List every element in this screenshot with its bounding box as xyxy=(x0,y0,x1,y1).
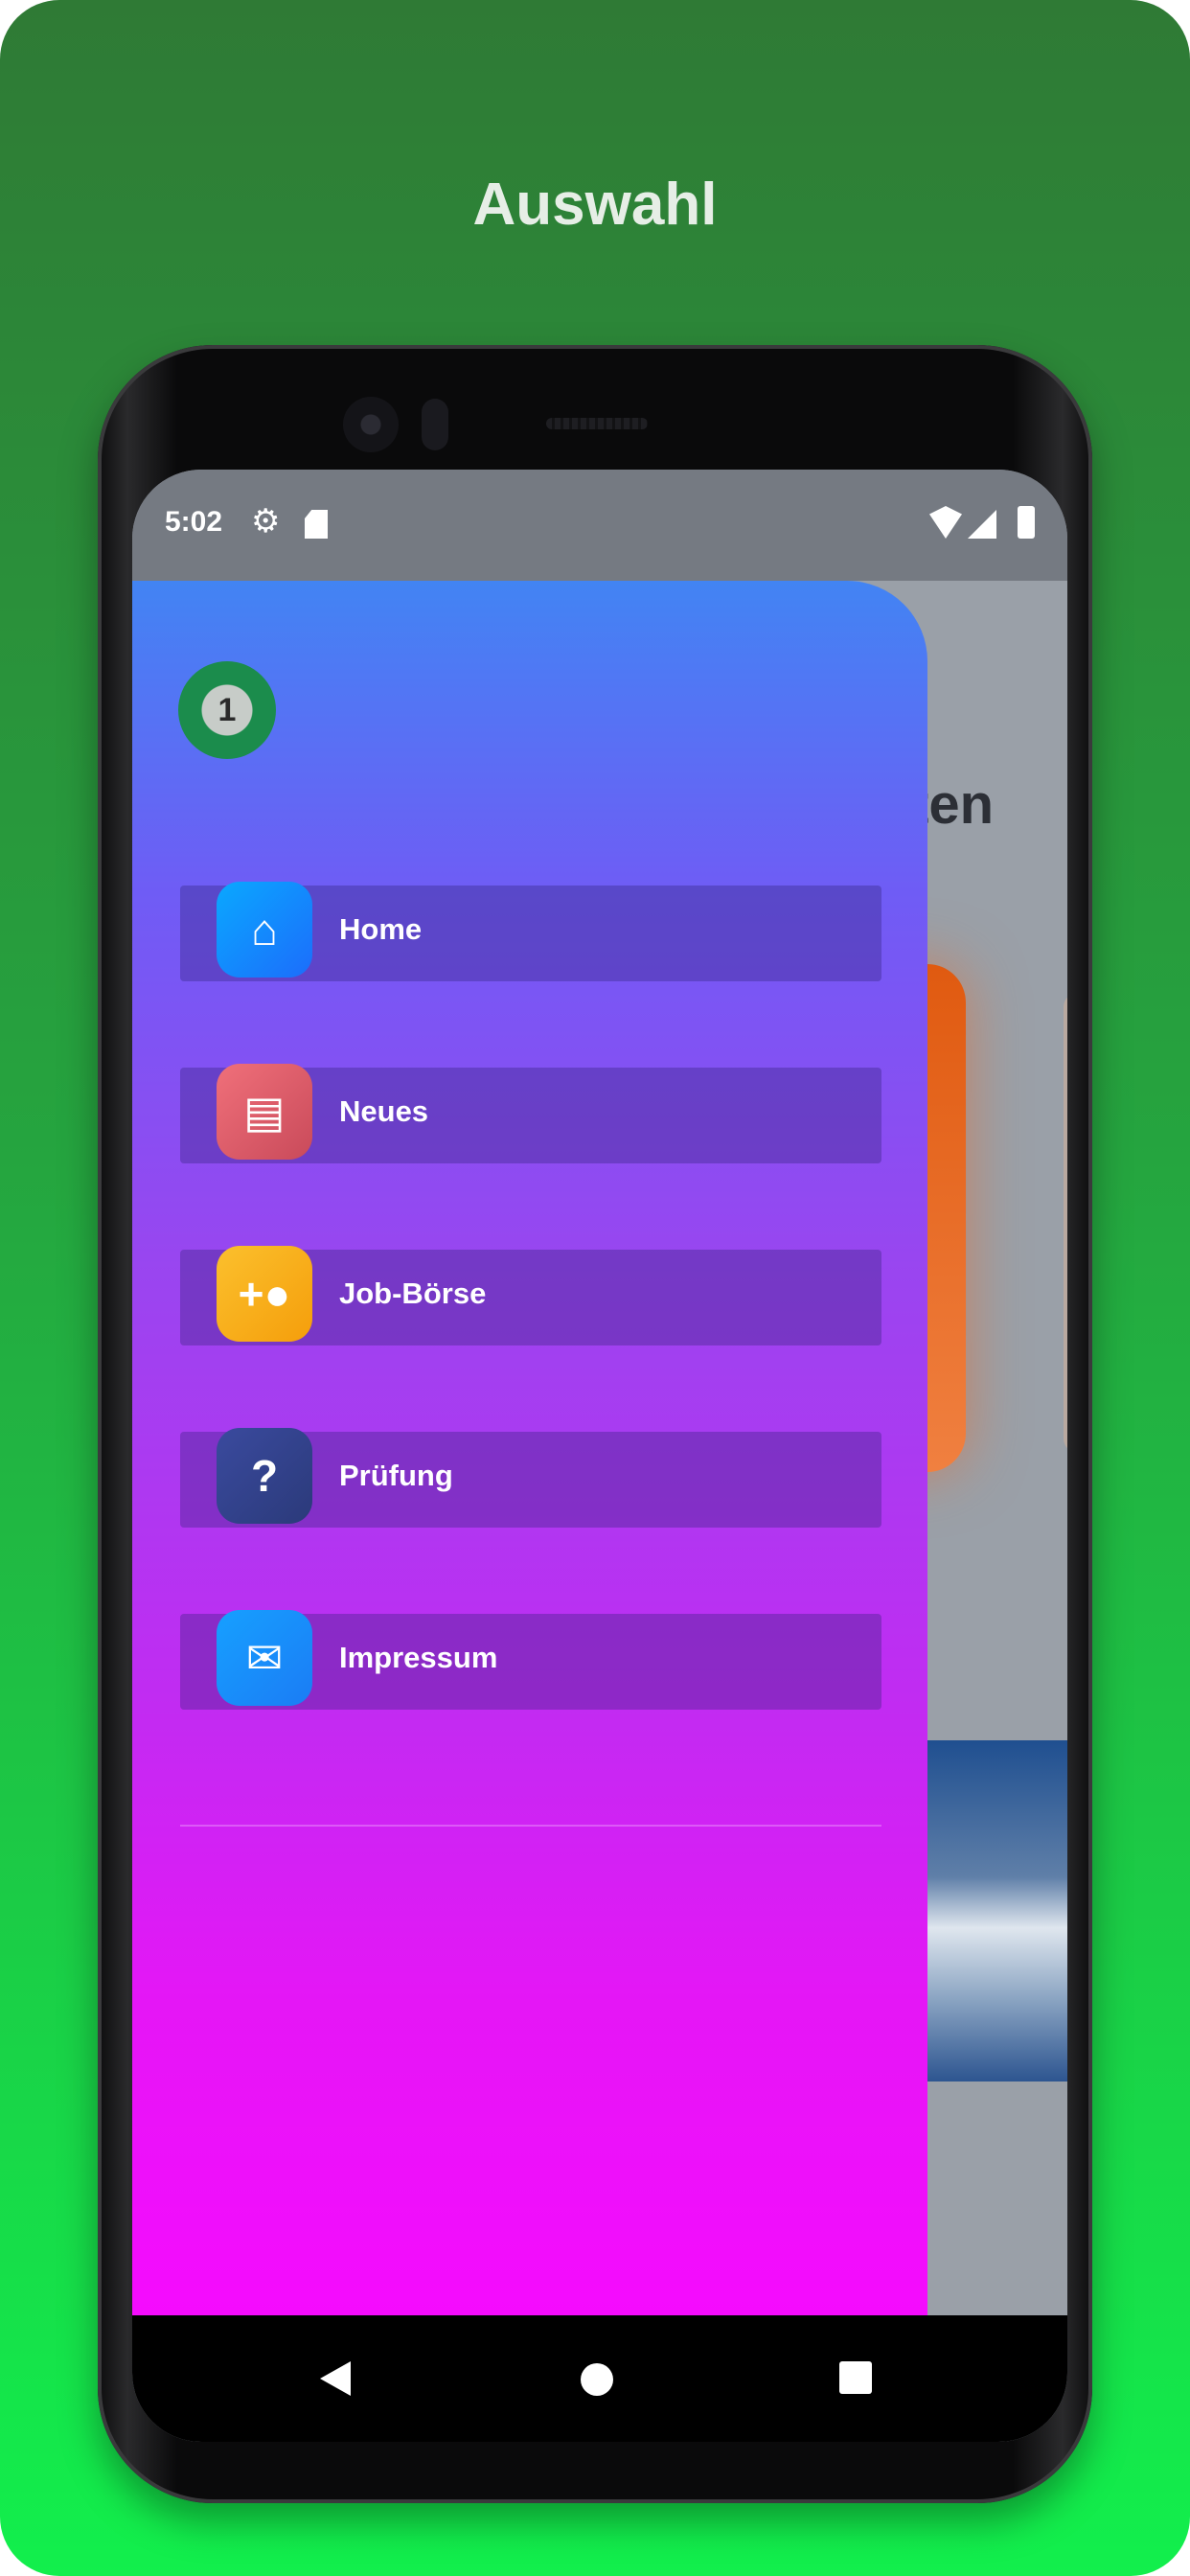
phone-mockup: 5:02 ⚙ ten 1 ⌂ Home ▤ Neues +● Job-Börse… xyxy=(98,345,1092,2503)
help-icon: ? xyxy=(217,1428,312,1524)
promo-headline: Auswahl xyxy=(472,172,718,238)
drawer-item-pruefung[interactable]: ? Prüfung xyxy=(180,1428,881,1528)
drawer-item-label: Home xyxy=(339,912,423,946)
drawer-item-job-boerse[interactable]: +● Job-Börse xyxy=(180,1246,881,1346)
earpiece-speaker xyxy=(546,418,648,429)
drawer-item-home[interactable]: ⌂ Home xyxy=(180,882,881,981)
home-icon: ⌂ xyxy=(217,882,312,978)
drawer-item-label: Prüfung xyxy=(339,1459,453,1492)
newspaper-icon: ▤ xyxy=(217,1064,312,1160)
drawer-item-label: Job-Börse xyxy=(339,1276,487,1310)
navigation-drawer: 1 ⌂ Home ▤ Neues +● Job-Börse ? Prüfung xyxy=(132,581,927,2315)
drawer-item-neues[interactable]: ▤ Neues xyxy=(180,1064,881,1163)
signal-icon xyxy=(968,510,996,539)
proximity-sensor xyxy=(422,399,448,450)
gear-icon: ⚙ xyxy=(251,503,281,540)
system-nav-bar xyxy=(132,2315,1067,2442)
front-camera xyxy=(343,397,399,452)
avatar[interactable]: 1 xyxy=(178,661,276,759)
sd-card-icon xyxy=(305,510,328,539)
drawer-divider xyxy=(180,1825,881,1827)
wifi-icon xyxy=(929,506,962,539)
background-card-edge xyxy=(1064,993,1067,1453)
recents-icon[interactable] xyxy=(839,2361,872,2394)
person-add-icon: +● xyxy=(217,1246,312,1342)
back-icon[interactable] xyxy=(320,2361,351,2396)
status-time: 5:02 xyxy=(165,506,223,538)
home-circle-icon[interactable] xyxy=(581,2363,613,2396)
mail-icon: ✉ xyxy=(217,1610,312,1706)
avatar-glyph: 1 xyxy=(217,692,237,728)
phone-screen: 5:02 ⚙ ten 1 ⌂ Home ▤ Neues +● Job-Börse… xyxy=(132,470,1067,2442)
battery-icon xyxy=(1018,506,1035,539)
status-bar: 5:02 ⚙ xyxy=(132,470,1067,581)
drawer-item-label: Impressum xyxy=(339,1641,498,1674)
drawer-item-impressum[interactable]: ✉ Impressum xyxy=(180,1610,881,1710)
drawer-item-label: Neues xyxy=(339,1094,429,1128)
promo-frame: Auswahl 5:02 ⚙ ten 1 ⌂ Home ▤ Neues +● J… xyxy=(0,0,1190,2576)
